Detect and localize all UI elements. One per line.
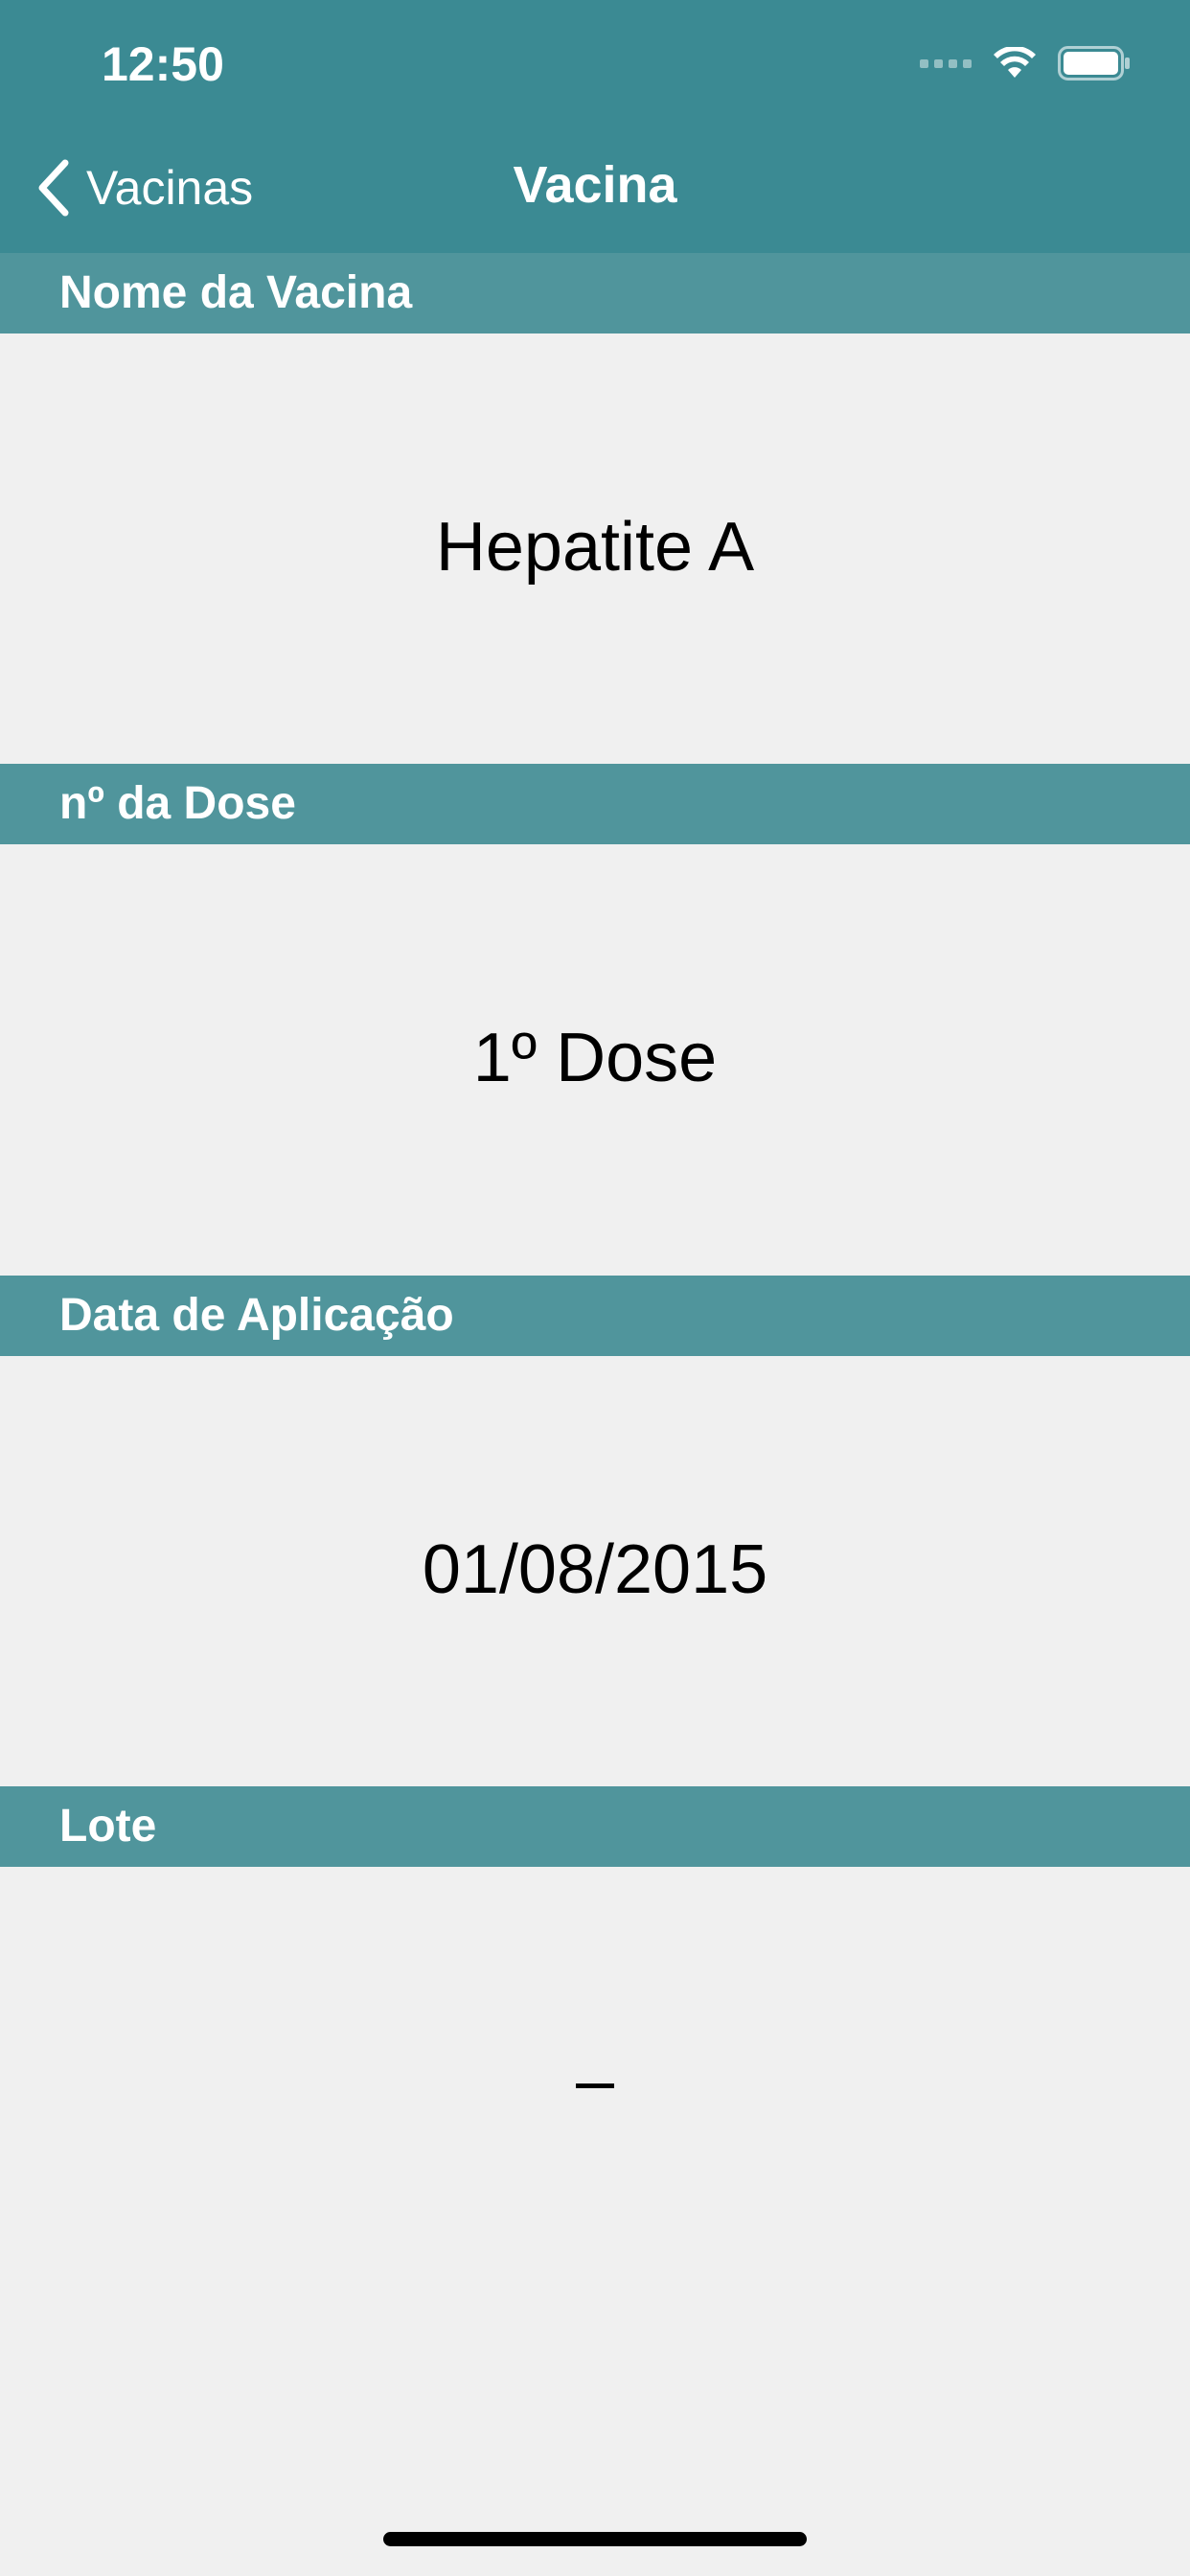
vaccine-name-value: Hepatite A xyxy=(435,509,755,586)
cellular-signal-icon xyxy=(920,58,972,68)
page-title: Vacina xyxy=(513,156,677,214)
wifi-icon xyxy=(994,47,1036,78)
navigation-bar: 12:50 Vacinas Vacina xyxy=(0,0,1190,253)
home-indicator[interactable] xyxy=(383,2532,807,2546)
section-header-vaccine-name: Nome da Vacina xyxy=(0,253,1190,334)
status-indicators xyxy=(920,44,1131,82)
battery-icon xyxy=(1058,46,1130,80)
section-header-dose-number: nº da Dose xyxy=(0,764,1190,844)
status-time: 12:50 xyxy=(102,37,224,91)
dose-number-value: 1º Dose xyxy=(472,1020,718,1096)
section-header-application-date: Data de Aplicação xyxy=(0,1276,1190,1356)
section-header-batch: Lote xyxy=(0,1786,1190,1867)
vaccine-detail-screen: 12:50 Vacinas Vacina Nome da Vacina Hepa… xyxy=(0,0,1190,2576)
application-date-value: 01/08/2015 xyxy=(422,1531,768,1608)
batch-value: – xyxy=(575,2042,615,2119)
